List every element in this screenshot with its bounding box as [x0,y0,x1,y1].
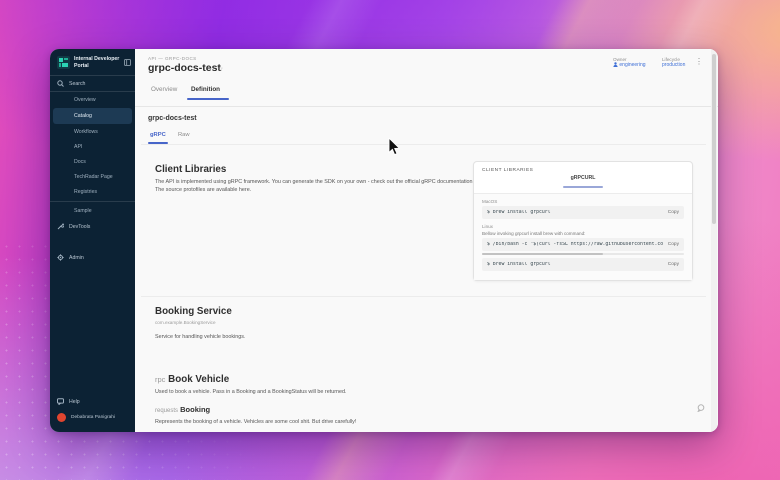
rpc-method-description: Used to book a vehicle. Pass in a Bookin… [155,388,346,396]
sidebar-item-techradar[interactable]: TechRadar Page [53,170,132,184]
linux-note: Bellow invoking grpcurl install brew wit… [482,231,684,236]
user-name: Debabrata Panigrahi [71,415,115,420]
lifecycle-value: production [662,62,685,68]
section-title-booking-service: Booking Service [155,306,232,317]
sidebar-user[interactable]: Debabrata Panigrahi [50,409,135,426]
help-icon [57,398,64,405]
subtab-divider [141,144,706,145]
panel-tab-grpcurl[interactable]: gRPCURL [474,175,692,181]
sidebar: Internal Developer Portal Search Overvie… [50,49,135,432]
sidebar-item-overview[interactable]: Overview [53,93,132,107]
linux-command: $ /bin/bash -c "$(curl -fsSL https://raw… [487,242,663,247]
rpc-name: Book Vehicle [168,374,229,385]
card-title: grpc-docs-test [148,115,197,122]
sidebar-item-registries[interactable]: Registries [53,185,132,199]
favorite-star-icon[interactable]: ☆ [217,65,223,73]
sidebar-divider [50,91,135,92]
linux-label: Linux [482,224,684,229]
panel-body: MacOS $ brew install grpcurl Copy Linux … [474,193,692,280]
linux-command-2: $ brew install grpcurl [487,262,663,267]
subtab-grpc[interactable]: gRPC [150,132,166,138]
vertical-scrollbar[interactable] [711,49,717,432]
copy-button[interactable]: Copy [668,262,679,267]
desktop: Internal Developer Portal Search Overvie… [0,0,780,480]
panel-tab-underline [563,186,603,188]
section-divider [141,296,706,297]
header-divider [135,106,718,107]
sidebar-item-sample[interactable]: Sample [53,204,132,218]
copy-button[interactable]: Copy [668,210,679,215]
page-title: grpc-docs-test [148,62,221,74]
sidebar-item-admin[interactable]: Admin [50,250,135,265]
sidebar-item-help[interactable]: Help [50,394,135,409]
rpc-prefix: rpc [155,375,165,384]
user-avatar [57,413,66,422]
breadcrumb[interactable]: API — GRPC-DOCS [148,56,197,61]
sidebar-item-docs[interactable]: Docs [53,155,132,169]
sidebar-item-catalog[interactable]: Catalog [53,108,132,124]
horizontal-scrollbar-thumb[interactable] [482,253,603,255]
client-libraries-panel: CLIENT LIBRARIES gRPCURL MacOS $ brew in… [473,161,693,281]
horizontal-scrollbar[interactable] [482,253,684,255]
app-window: Internal Developer Portal Search Overvie… [50,49,718,432]
vertical-scrollbar-thumb[interactable] [712,54,716,224]
owner-link[interactable]: engineering [613,62,646,68]
sidebar-item-api[interactable]: API [53,140,132,154]
sidebar-item-devtools[interactable]: DevTools [50,219,135,234]
person-icon [613,62,618,67]
sidebar-nav: Overview Catalog Workflows API Docs Tech… [50,93,135,265]
tab-definition[interactable]: Definition [191,86,220,93]
sidebar-pin-icon[interactable] [124,59,131,66]
sidebar-item-workflows[interactable]: Workflows [53,125,132,139]
client-libraries-description: The API is implemented using gRPC framew… [155,178,477,194]
rpc-method-title: rpc Book Vehicle [155,374,229,385]
gear-icon [57,254,64,261]
app-logo-icon [57,56,70,69]
booking-service-description: Service for handling vehicle bookings. [155,333,246,341]
sidebar-divider [50,201,135,202]
sidebar-search-label: Search [69,81,85,87]
booking-service-id: com.example.BookingService [155,320,216,325]
macos-command: $ brew install grpcurl [487,210,663,215]
tab-overview[interactable]: Overview [151,86,177,93]
mouse-cursor [388,138,402,156]
lifecycle-block: Lifecycle production [662,57,685,68]
sidebar-bottom: Help Debabrata Panigrahi [50,394,135,426]
request-message-description: Represents the booking of a vehicle. Veh… [155,418,575,426]
more-menu-icon[interactable]: ⋮ [695,57,703,66]
macos-label: MacOS [482,199,684,204]
command-row-linux: $ /bin/bash -c "$(curl -fsSL https://raw… [482,238,684,251]
main-area: API — GRPC-DOCS grpc-docs-test ☆ Owner e… [135,49,718,432]
sidebar-help-label: Help [69,399,80,405]
search-icon [57,80,64,87]
sidebar-admin-label: Admin [69,255,84,261]
subtab-raw[interactable]: Raw [178,132,190,138]
app-title: Internal Developer Portal [74,56,120,69]
request-message-title: requests Booking [155,405,210,414]
section-title-client-libraries: Client Libraries [155,164,226,175]
wrench-icon [57,223,64,230]
active-tab-underline [187,98,229,100]
feedback-bubble-icon[interactable] [697,404,705,412]
command-row-linux2: $ brew install grpcurl Copy [482,258,684,271]
owner-block: Owner engineering [613,57,646,68]
copy-button[interactable]: Copy [668,242,679,247]
sidebar-search[interactable]: Search [50,76,135,91]
logo-row[interactable]: Internal Developer Portal [50,49,135,75]
request-message-name: Booking [180,405,210,414]
requests-prefix: requests [155,408,178,414]
command-row-macos: $ brew install grpcurl Copy [482,206,684,219]
